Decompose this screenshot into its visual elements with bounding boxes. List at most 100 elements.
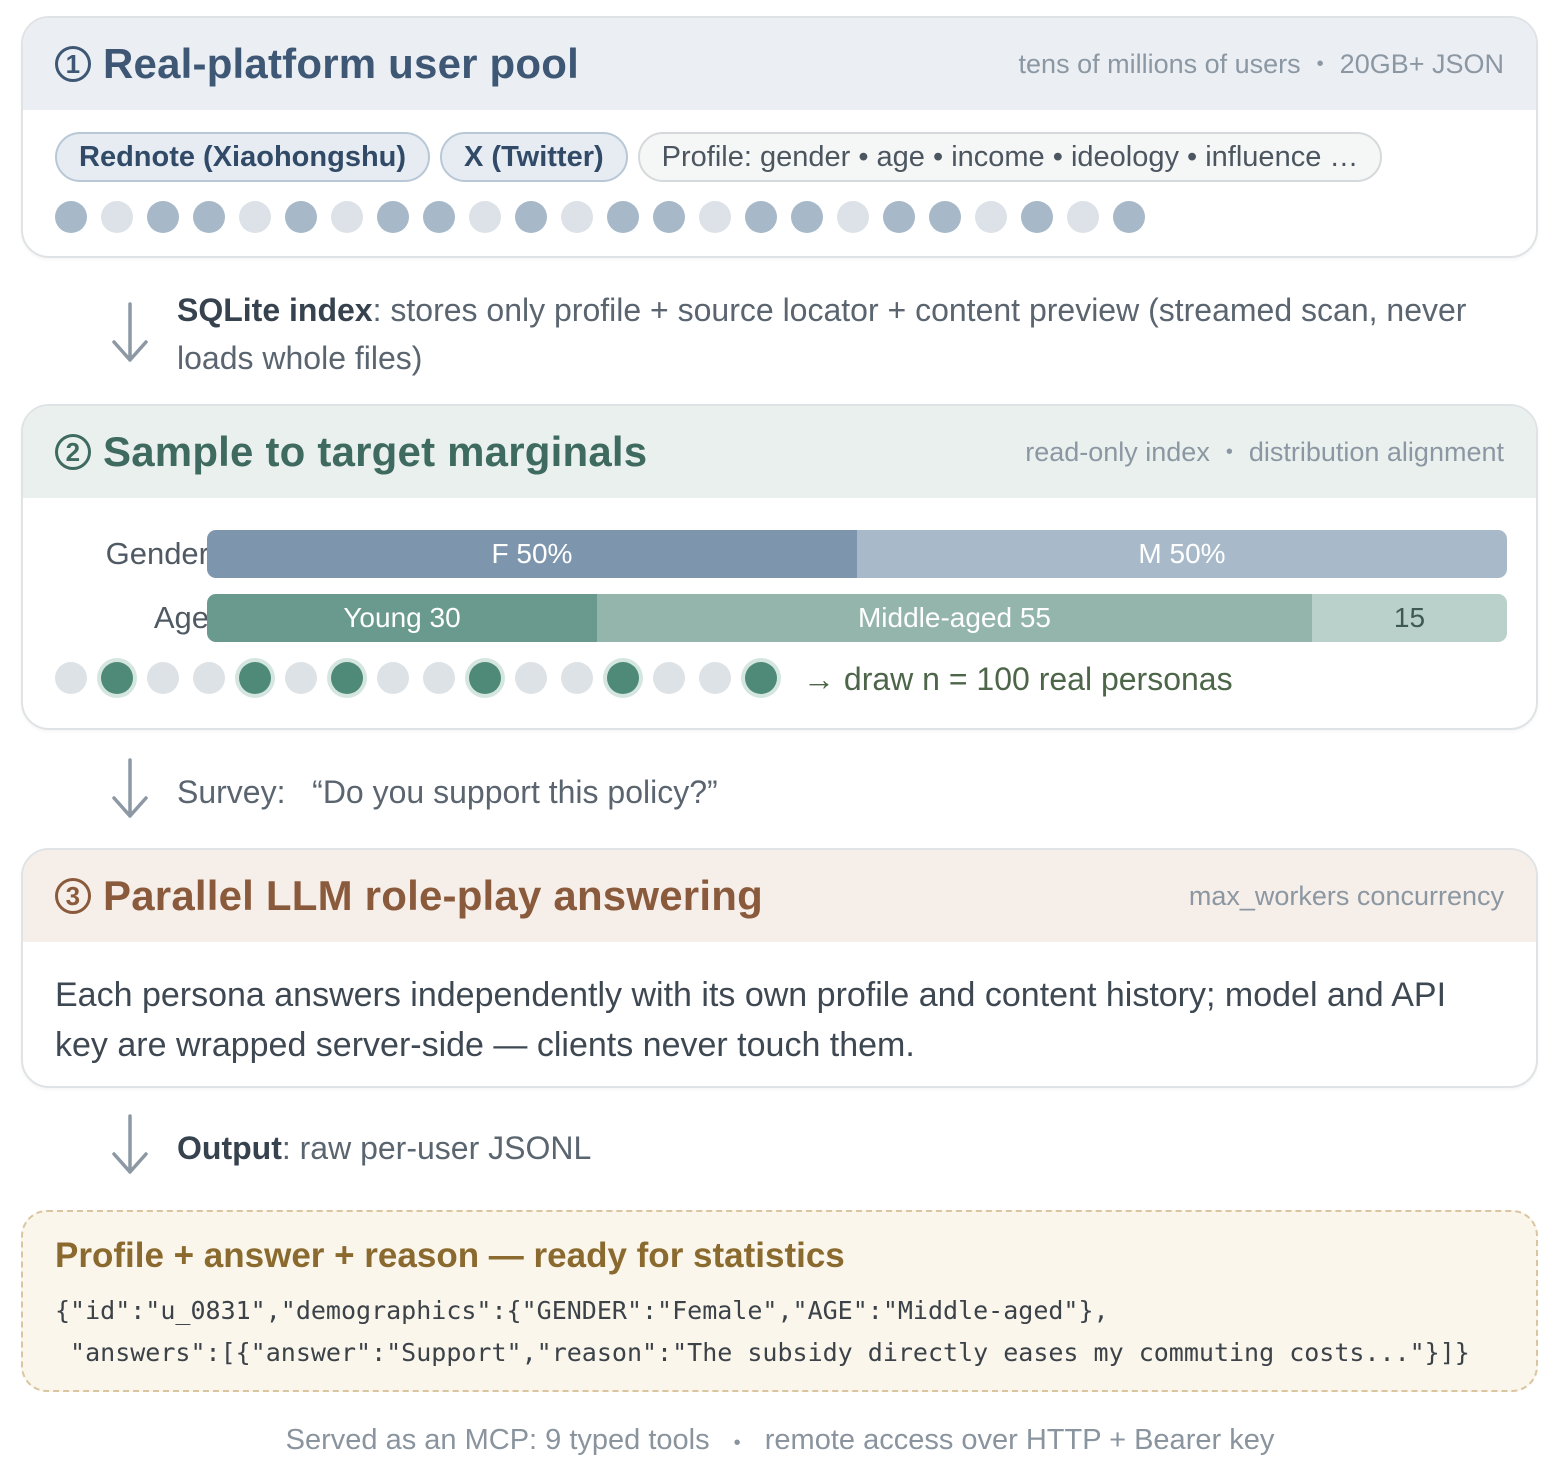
user-dot — [1113, 201, 1145, 233]
user-dot — [239, 201, 271, 233]
role-play-header: 3 Parallel LLM role-play answering max_w… — [23, 850, 1536, 942]
user-dot — [423, 201, 455, 233]
user-pool-header: 1 Real-platform user pool tens of millio… — [23, 18, 1536, 110]
unsampled-dot — [515, 662, 547, 694]
sampled-persona-dot — [331, 662, 363, 694]
output-label: Output — [177, 1130, 282, 1166]
profile-fields-chip: Profile: gender • age • income • ideolog… — [637, 132, 1383, 182]
age-segment: 15 — [1312, 594, 1507, 642]
gender-segment: F 50% — [207, 530, 857, 578]
user-dot — [883, 201, 915, 233]
footer-remote: remote access over HTTP + Bearer key — [764, 1424, 1275, 1456]
role-play-title-text: Parallel LLM role-play answering — [103, 872, 763, 919]
output-card: Profile + answer + reason — ready for st… — [21, 1210, 1538, 1392]
sampled-persona-dot — [239, 662, 271, 694]
gender-segment: M 50% — [857, 530, 1507, 578]
output-code-line-1: {"id":"u_0831","demographics":{"GENDER":… — [55, 1296, 1109, 1325]
age-label: Age — [153, 600, 209, 635]
platform-chip-x: X (Twitter) — [440, 132, 628, 182]
sample-dots — [55, 662, 791, 694]
platform-chip-rednote: Rednote (Xiaohongshu) — [55, 132, 431, 182]
sqlite-index-label: SQLite index — [177, 292, 373, 328]
output-note: Output: raw per-user JSONL — [177, 1124, 591, 1172]
user-dot — [561, 201, 593, 233]
step-number-2: 2 — [55, 434, 91, 470]
sqlite-index-note: SQLite index: stores only profile + sour… — [177, 286, 1527, 382]
gender-distribution-bar: F 50% M 50% — [207, 530, 1507, 578]
meta-separator: • — [1316, 52, 1324, 75]
footer-tools: Served as an MCP: 9 typed tools — [285, 1424, 710, 1456]
user-dot — [469, 201, 501, 233]
draw-personas-text: → draw n = 100 real personas — [803, 661, 1233, 697]
down-arrow-icon — [112, 758, 148, 818]
sampling-title: 2 Sample to target marginals — [55, 428, 647, 476]
sqlite-index-text: : stores only profile + source locator +… — [372, 292, 1467, 328]
user-pool-meta: tens of millions of users • 20GB+ JSON — [1019, 49, 1504, 80]
role-play-title: 3 Parallel LLM role-play answering — [55, 872, 763, 920]
sampled-persona-dot — [101, 662, 133, 694]
user-dot — [975, 201, 1007, 233]
user-dot — [699, 201, 731, 233]
unsampled-dot — [377, 662, 409, 694]
meta-separator: • — [1225, 440, 1233, 463]
sampling-card: 2 Sample to target marginals read-only i… — [21, 404, 1538, 730]
sampling-meta: read-only index • distribution alignment — [1025, 437, 1504, 468]
user-dot — [929, 201, 961, 233]
age-distribution-bar: Young 30 Middle-aged 55 15 — [207, 594, 1507, 642]
platform-chip-row: Rednote (Xiaohongshu) X (Twitter) Profil… — [55, 132, 1392, 182]
output-title: Profile + answer + reason — ready for st… — [55, 1236, 845, 1275]
user-dot — [285, 201, 317, 233]
unsampled-dot — [699, 662, 731, 694]
age-segment: Middle-aged 55 — [597, 594, 1312, 642]
step-number-3: 3 — [55, 878, 91, 914]
user-dot — [101, 201, 133, 233]
user-dot — [653, 201, 685, 233]
user-dot — [745, 201, 777, 233]
output-code-sample: {"id":"u_0831","demographics":{"GENDER":… — [55, 1290, 1470, 1374]
meta-separator: • — [733, 1432, 741, 1454]
user-pool-meta-size: 20GB+ JSON — [1339, 48, 1504, 79]
user-dot — [147, 201, 179, 233]
output-code-line-2: "answers":[{"answer":"Support","reason":… — [55, 1338, 1470, 1367]
step-number-1: 1 — [55, 46, 91, 82]
unsampled-dot — [561, 662, 593, 694]
role-play-description: Each persona answers independently with … — [55, 976, 1447, 1064]
sampling-header: 2 Sample to target marginals read-only i… — [23, 406, 1536, 498]
unsampled-dot — [147, 662, 179, 694]
sampled-persona-dot — [607, 662, 639, 694]
unsampled-dot — [423, 662, 455, 694]
user-dot — [607, 201, 639, 233]
user-dot — [837, 201, 869, 233]
footer-note: Served as an MCP: 9 typed tools • remote… — [0, 1424, 1560, 1457]
sampled-persona-dot — [469, 662, 501, 694]
sampling-meta-alignment: distribution alignment — [1248, 436, 1504, 467]
output-text: : raw per-user JSONL — [281, 1130, 592, 1166]
user-dot — [1021, 201, 1053, 233]
user-dot — [193, 201, 225, 233]
sampling-meta-index: read-only index — [1025, 436, 1210, 467]
down-arrow-icon — [112, 302, 148, 362]
sqlite-index-text-2: loads whole files) — [177, 340, 423, 376]
user-pool-meta-users: tens of millions of users — [1018, 48, 1301, 79]
user-pool-title: 1 Real-platform user pool — [55, 40, 579, 88]
role-play-meta: max_workers concurrency — [1188, 880, 1504, 911]
user-dot — [1067, 201, 1099, 233]
age-segment: Young 30 — [207, 594, 597, 642]
unsampled-dot — [193, 662, 225, 694]
unsampled-dot — [653, 662, 685, 694]
user-dot — [791, 201, 823, 233]
user-dot — [55, 201, 87, 233]
gender-label: Gender — [105, 536, 209, 571]
sampled-persona-dot — [745, 662, 777, 694]
user-pool-title-text: Real-platform user pool — [103, 40, 579, 87]
survey-question: “Do you support this policy?” — [312, 774, 718, 810]
user-dot — [331, 201, 363, 233]
user-pool-dots — [55, 201, 1159, 233]
user-dot — [377, 201, 409, 233]
sampling-title-text: Sample to target marginals — [103, 428, 648, 475]
survey-note: Survey: “Do you support this policy?” — [177, 768, 718, 816]
user-pool-card: 1 Real-platform user pool tens of millio… — [21, 16, 1538, 258]
role-play-card: 3 Parallel LLM role-play answering max_w… — [21, 848, 1538, 1088]
unsampled-dot — [55, 662, 87, 694]
survey-label: Survey: — [177, 774, 286, 810]
